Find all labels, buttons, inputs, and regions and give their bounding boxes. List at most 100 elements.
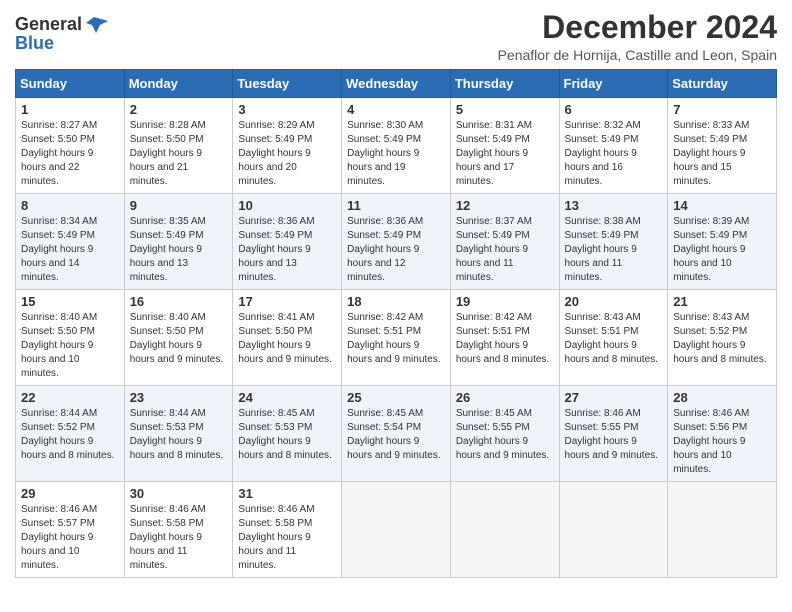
logo: General Blue [15,10,108,54]
location-text: Penaflor de Hornija, Castille and Leon, … [498,47,777,63]
cell-info: Sunrise: 8:34 AMSunset: 5:49 PMDaylight … [21,216,97,283]
day-number: 18 [347,294,445,309]
table-row: 18 Sunrise: 8:42 AMSunset: 5:51 PMDaylig… [342,290,451,386]
day-number: 10 [238,198,336,213]
table-row: 28 Sunrise: 8:46 AMSunset: 5:56 PMDaylig… [668,386,777,482]
cell-info: Sunrise: 8:41 AMSunset: 5:50 PMDaylight … [238,312,331,365]
day-number: 31 [238,486,336,501]
calendar-week-row: 22 Sunrise: 8:44 AMSunset: 5:52 PMDaylig… [16,386,777,482]
cell-info: Sunrise: 8:29 AMSunset: 5:49 PMDaylight … [238,120,314,187]
table-row: 5 Sunrise: 8:31 AMSunset: 5:49 PMDayligh… [450,98,559,194]
table-row: 16 Sunrise: 8:40 AMSunset: 5:50 PMDaylig… [124,290,233,386]
table-row: 13 Sunrise: 8:38 AMSunset: 5:49 PMDaylig… [559,194,668,290]
logo-general-text: General [15,14,82,35]
cell-info: Sunrise: 8:36 AMSunset: 5:49 PMDaylight … [238,216,314,283]
cell-info: Sunrise: 8:39 AMSunset: 5:49 PMDaylight … [673,216,749,283]
table-row: 1 Sunrise: 8:27 AMSunset: 5:50 PMDayligh… [16,98,125,194]
table-row: 26 Sunrise: 8:45 AMSunset: 5:55 PMDaylig… [450,386,559,482]
table-row: 21 Sunrise: 8:43 AMSunset: 5:52 PMDaylig… [668,290,777,386]
day-number: 19 [456,294,554,309]
page-header: General Blue December 2024 Penaflor de H… [15,10,777,63]
table-row: 14 Sunrise: 8:39 AMSunset: 5:49 PMDaylig… [668,194,777,290]
table-row: 31 Sunrise: 8:46 AMSunset: 5:58 PMDaylig… [233,482,342,578]
table-row: 29 Sunrise: 8:46 AMSunset: 5:57 PMDaylig… [16,482,125,578]
day-number: 28 [673,390,771,405]
day-number: 13 [565,198,663,213]
cell-info: Sunrise: 8:45 AMSunset: 5:54 PMDaylight … [347,408,440,461]
calendar-week-row: 8 Sunrise: 8:34 AMSunset: 5:49 PMDayligh… [16,194,777,290]
cell-info: Sunrise: 8:36 AMSunset: 5:49 PMDaylight … [347,216,423,283]
table-row [668,482,777,578]
day-number: 23 [130,390,228,405]
cell-info: Sunrise: 8:42 AMSunset: 5:51 PMDaylight … [456,312,549,365]
cell-info: Sunrise: 8:40 AMSunset: 5:50 PMDaylight … [130,312,223,365]
table-row: 7 Sunrise: 8:33 AMSunset: 5:49 PMDayligh… [668,98,777,194]
table-row [559,482,668,578]
table-row [450,482,559,578]
day-number: 12 [456,198,554,213]
day-number: 25 [347,390,445,405]
table-row: 3 Sunrise: 8:29 AMSunset: 5:49 PMDayligh… [233,98,342,194]
table-row [342,482,451,578]
cell-info: Sunrise: 8:46 AMSunset: 5:56 PMDaylight … [673,408,749,475]
day-number: 7 [673,102,771,117]
header-saturday: Saturday [668,70,777,98]
day-number: 14 [673,198,771,213]
table-row: 23 Sunrise: 8:44 AMSunset: 5:53 PMDaylig… [124,386,233,482]
day-number: 15 [21,294,119,309]
day-number: 11 [347,198,445,213]
cell-info: Sunrise: 8:37 AMSunset: 5:49 PMDaylight … [456,216,532,283]
calendar-week-row: 29 Sunrise: 8:46 AMSunset: 5:57 PMDaylig… [16,482,777,578]
table-row: 27 Sunrise: 8:46 AMSunset: 5:55 PMDaylig… [559,386,668,482]
day-number: 30 [130,486,228,501]
cell-info: Sunrise: 8:42 AMSunset: 5:51 PMDaylight … [347,312,440,365]
calendar-table: Sunday Monday Tuesday Wednesday Thursday… [15,69,777,578]
cell-info: Sunrise: 8:43 AMSunset: 5:51 PMDaylight … [565,312,658,365]
day-number: 4 [347,102,445,117]
table-row: 24 Sunrise: 8:45 AMSunset: 5:53 PMDaylig… [233,386,342,482]
calendar-header-row: Sunday Monday Tuesday Wednesday Thursday… [16,70,777,98]
cell-info: Sunrise: 8:40 AMSunset: 5:50 PMDaylight … [21,312,97,379]
day-number: 17 [238,294,336,309]
day-number: 29 [21,486,119,501]
title-section: December 2024 Penaflor de Hornija, Casti… [498,10,777,63]
table-row: 2 Sunrise: 8:28 AMSunset: 5:50 PMDayligh… [124,98,233,194]
header-thursday: Thursday [450,70,559,98]
day-number: 5 [456,102,554,117]
month-title: December 2024 [498,10,777,45]
cell-info: Sunrise: 8:46 AMSunset: 5:58 PMDaylight … [238,504,314,571]
table-row: 9 Sunrise: 8:35 AMSunset: 5:49 PMDayligh… [124,194,233,290]
cell-info: Sunrise: 8:28 AMSunset: 5:50 PMDaylight … [130,120,206,187]
logo-bird-icon [86,15,108,35]
day-number: 2 [130,102,228,117]
table-row: 15 Sunrise: 8:40 AMSunset: 5:50 PMDaylig… [16,290,125,386]
calendar-week-row: 1 Sunrise: 8:27 AMSunset: 5:50 PMDayligh… [16,98,777,194]
cell-info: Sunrise: 8:38 AMSunset: 5:49 PMDaylight … [565,216,641,283]
cell-info: Sunrise: 8:30 AMSunset: 5:49 PMDaylight … [347,120,423,187]
header-sunday: Sunday [16,70,125,98]
table-row: 22 Sunrise: 8:44 AMSunset: 5:52 PMDaylig… [16,386,125,482]
day-number: 1 [21,102,119,117]
table-row: 30 Sunrise: 8:46 AMSunset: 5:58 PMDaylig… [124,482,233,578]
table-row: 20 Sunrise: 8:43 AMSunset: 5:51 PMDaylig… [559,290,668,386]
header-friday: Friday [559,70,668,98]
table-row: 6 Sunrise: 8:32 AMSunset: 5:49 PMDayligh… [559,98,668,194]
logo-blue-text: Blue [15,33,54,54]
day-number: 6 [565,102,663,117]
cell-info: Sunrise: 8:44 AMSunset: 5:52 PMDaylight … [21,408,114,461]
day-number: 16 [130,294,228,309]
day-number: 22 [21,390,119,405]
header-monday: Monday [124,70,233,98]
cell-info: Sunrise: 8:46 AMSunset: 5:55 PMDaylight … [565,408,658,461]
cell-info: Sunrise: 8:45 AMSunset: 5:55 PMDaylight … [456,408,549,461]
cell-info: Sunrise: 8:45 AMSunset: 5:53 PMDaylight … [238,408,331,461]
table-row: 12 Sunrise: 8:37 AMSunset: 5:49 PMDaylig… [450,194,559,290]
table-row: 19 Sunrise: 8:42 AMSunset: 5:51 PMDaylig… [450,290,559,386]
table-row: 8 Sunrise: 8:34 AMSunset: 5:49 PMDayligh… [16,194,125,290]
cell-info: Sunrise: 8:31 AMSunset: 5:49 PMDaylight … [456,120,532,187]
header-tuesday: Tuesday [233,70,342,98]
table-row: 4 Sunrise: 8:30 AMSunset: 5:49 PMDayligh… [342,98,451,194]
cell-info: Sunrise: 8:27 AMSunset: 5:50 PMDaylight … [21,120,97,187]
cell-info: Sunrise: 8:46 AMSunset: 5:57 PMDaylight … [21,504,97,571]
cell-info: Sunrise: 8:35 AMSunset: 5:49 PMDaylight … [130,216,206,283]
